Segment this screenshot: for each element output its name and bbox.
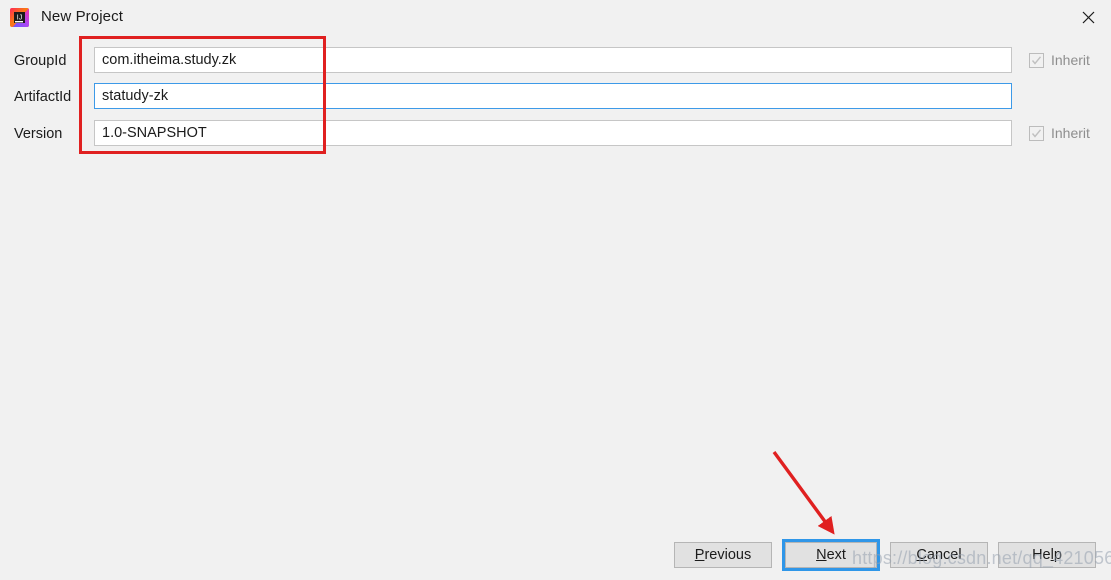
svg-text:IJ: IJ	[17, 15, 22, 22]
intellij-idea-logo-icon: IJ	[10, 8, 29, 27]
window-title: New Project	[41, 8, 123, 25]
checkbox-checked-icon	[1029, 125, 1044, 141]
cancel-button[interactable]: Cancel	[890, 542, 988, 568]
close-button[interactable]	[1065, 0, 1111, 34]
help-label-after: p	[1053, 547, 1062, 563]
next-label-after: ext	[826, 547, 846, 563]
close-icon	[1082, 11, 1094, 23]
groupid-inherit-label: Inherit	[1051, 52, 1090, 68]
dialog-button-bar: Previous Next Cancel He l p	[0, 538, 1111, 580]
form-row-artifactid: ArtifactId	[0, 81, 1111, 117]
previous-label-after: revious	[704, 547, 752, 563]
maven-coordinates-form: GroupId Inherit ArtifactId Version Inher…	[0, 34, 1111, 164]
help-label-before: He	[1032, 547, 1051, 563]
previous-button[interactable]: Previous	[674, 542, 772, 568]
cancel-label-after: ancel	[926, 547, 962, 563]
title-bar: IJ New Project	[0, 0, 1111, 34]
previous-mnemonic: P	[694, 547, 705, 563]
version-label: Version	[14, 126, 63, 142]
artifactid-label: ArtifactId	[14, 89, 72, 105]
version-inherit-checkbox[interactable]: Inherit	[1029, 122, 1090, 144]
cancel-mnemonic: C	[916, 547, 927, 563]
groupid-label: GroupId	[14, 53, 67, 69]
version-inherit-label: Inherit	[1051, 125, 1090, 141]
next-button[interactable]: Next	[782, 539, 880, 571]
checkbox-checked-icon	[1029, 52, 1044, 68]
version-input[interactable]	[94, 120, 1012, 146]
annotation-arrow	[755, 435, 895, 550]
next-mnemonic: N	[816, 547, 827, 563]
groupid-inherit-checkbox[interactable]: Inherit	[1029, 49, 1090, 71]
form-row-version: Version Inherit	[0, 118, 1111, 154]
artifactid-input[interactable]	[94, 83, 1012, 109]
next-button-inner: Next	[785, 542, 877, 568]
help-button[interactable]: He l p	[998, 542, 1096, 568]
form-row-groupid: GroupId Inherit	[0, 45, 1111, 81]
groupid-input[interactable]	[94, 47, 1012, 73]
